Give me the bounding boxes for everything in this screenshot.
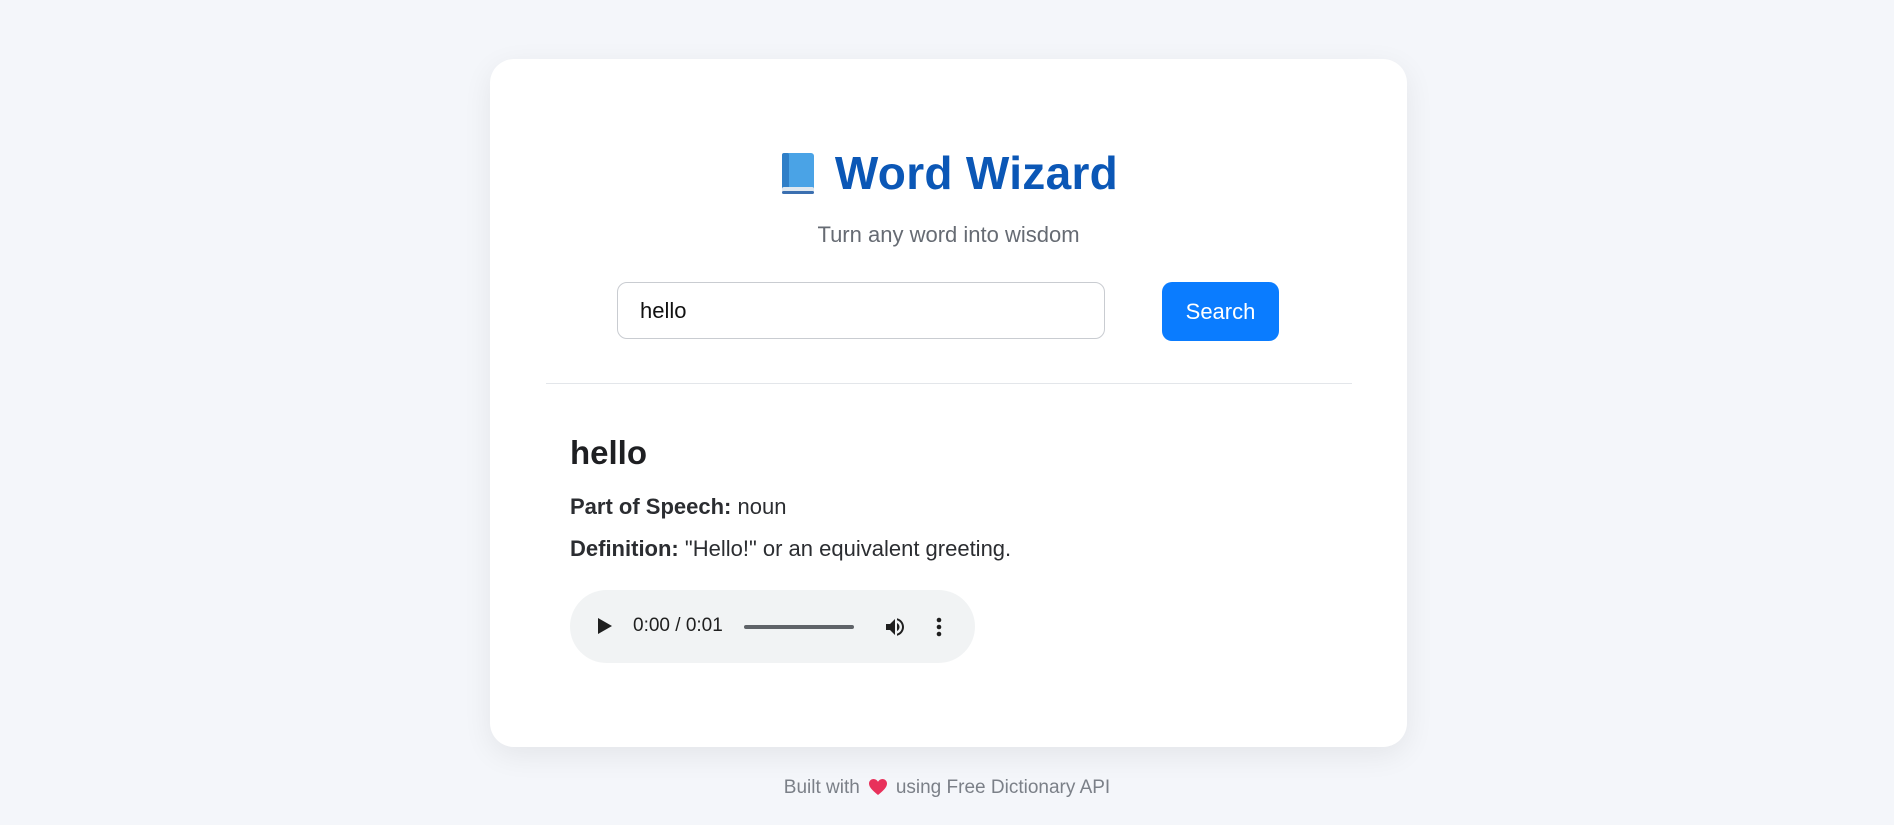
definition-line: Definition: "Hello!" or an equivalent gr… [570,534,1011,564]
audio-player: 0:00 / 0:01 [570,590,975,663]
part-of-speech-label: Part of Speech: [570,494,732,519]
title-row: Word Wizard [490,145,1407,201]
heart-icon [868,778,888,796]
more-vert-icon[interactable] [927,615,951,639]
part-of-speech-line: Part of Speech: noun [570,492,786,522]
definition-label: Definition: [570,536,679,561]
result-word: hello [570,434,648,471]
search-button[interactable]: Search [1162,282,1279,341]
divider [546,383,1352,384]
main-card: Word Wizard Turn any word into wisdom Se… [490,59,1407,747]
volume-icon[interactable] [883,615,907,639]
audio-time: 0:00 / 0:01 [633,615,723,636]
search-input[interactable] [617,282,1105,339]
footer-prefix: Built with [783,777,860,798]
part-of-speech-value: noun [737,494,787,519]
app-title: Word Wizard [834,147,1119,199]
play-icon[interactable] [594,616,614,636]
audio-progress-bar[interactable] [744,625,854,629]
footer-suffix: using Free Dictionary API [895,777,1111,798]
footer: Built with using Free Dictionary API [0,776,1894,800]
app-subtitle: Turn any word into wisdom [817,222,1080,247]
definition-value: "Hello!" or an equivalent greeting. [684,536,1012,561]
book-icon [779,151,817,195]
